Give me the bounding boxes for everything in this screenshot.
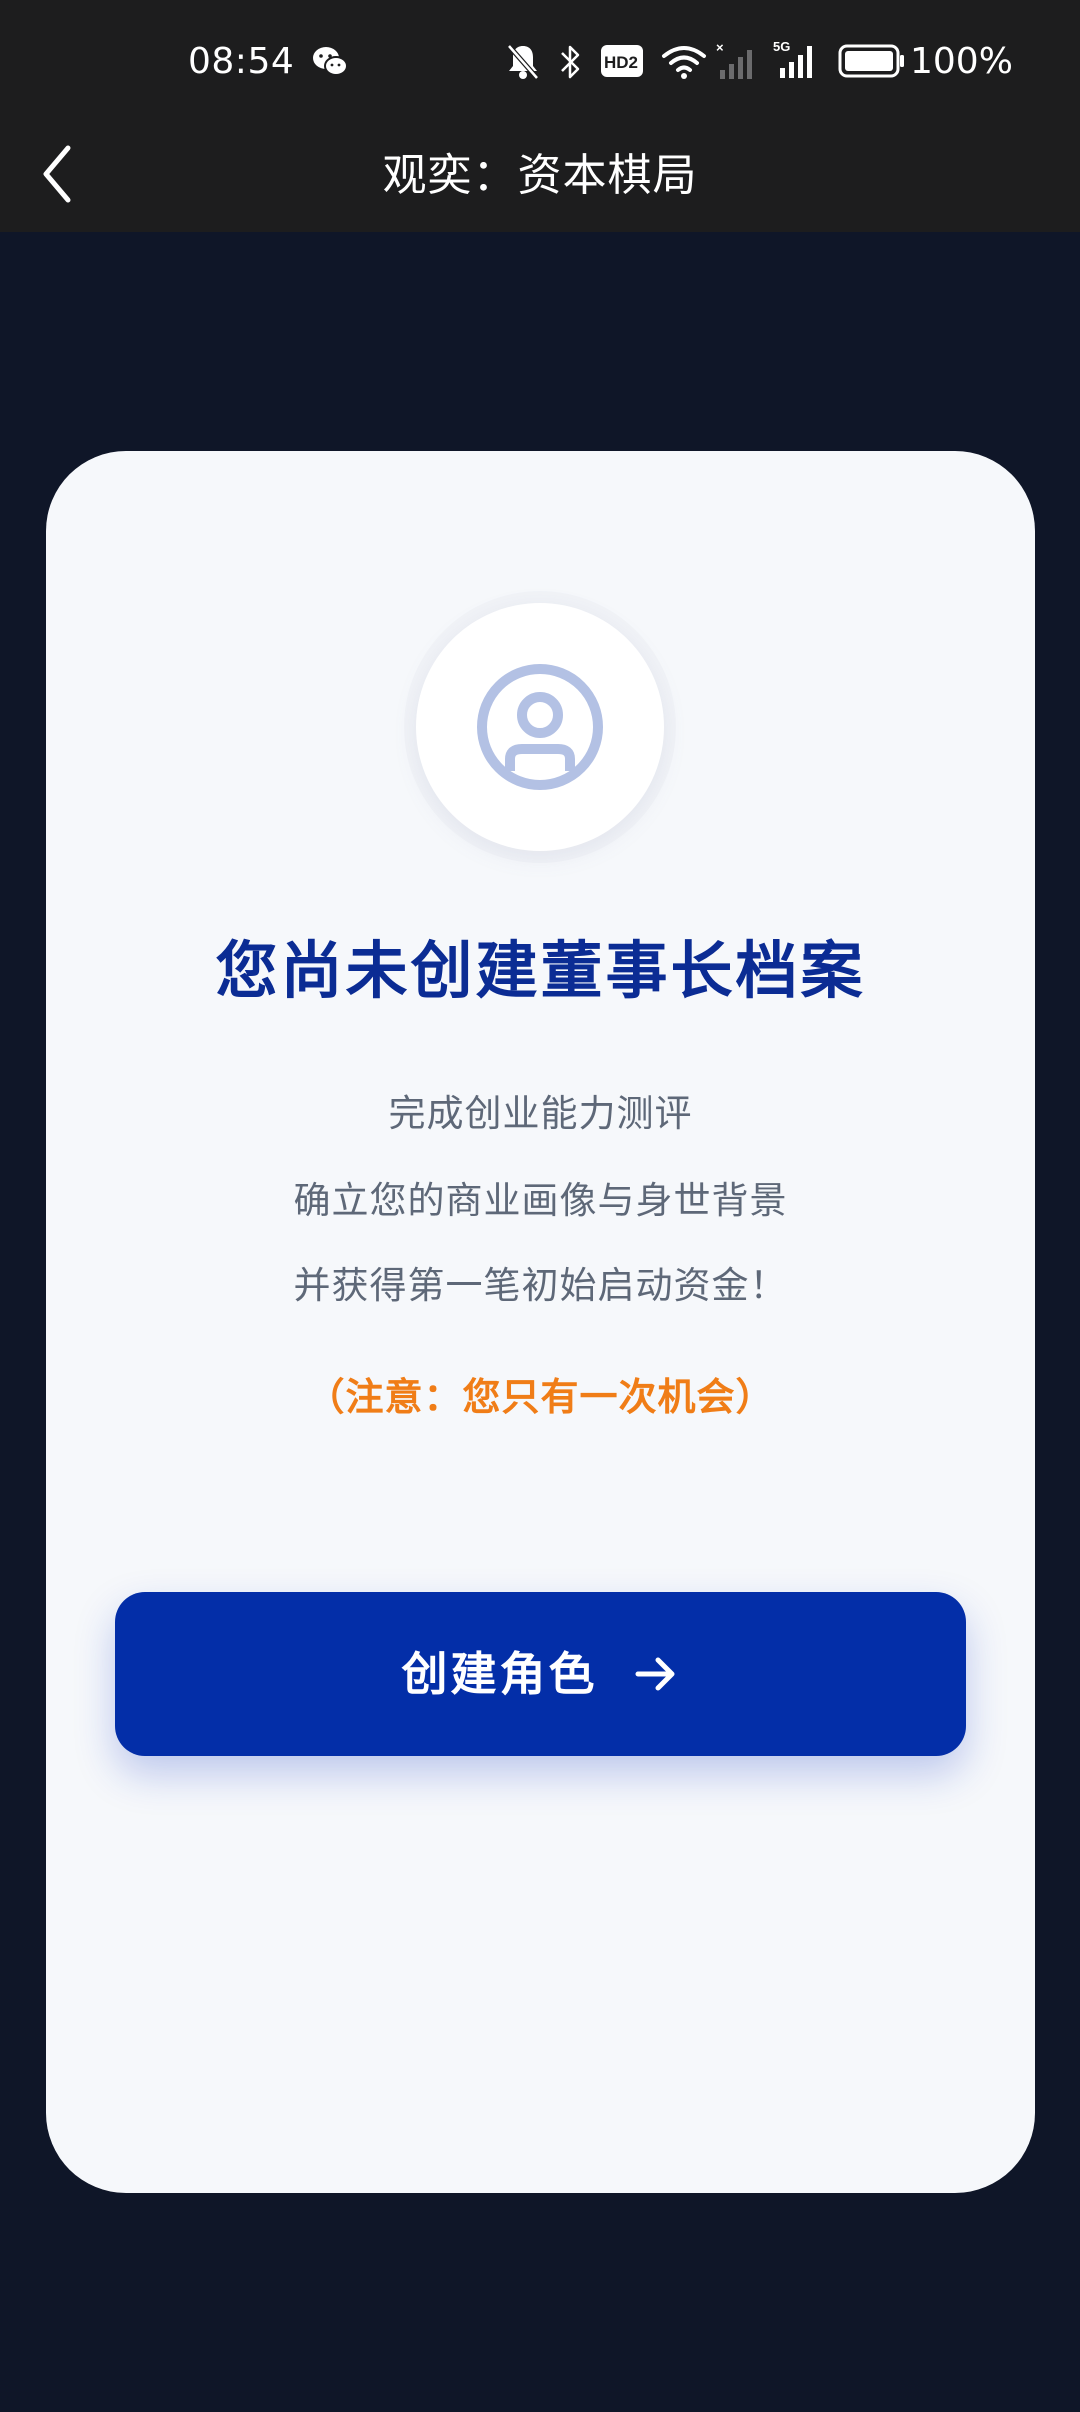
create-profile-card: 您尚未创建董事长档案 完成创业能力测评 确立您的商业画像与身世背景 并获得第一笔…	[46, 451, 1035, 2193]
status-time: 08:54	[188, 41, 295, 82]
description-line: 完成创业能力测评	[388, 1092, 693, 1135]
svg-text:5G: 5G	[773, 39, 790, 54]
page-title: 观奕：资本棋局	[382, 150, 698, 201]
headline: 您尚未创建董事长档案	[215, 934, 866, 1007]
avatar	[404, 591, 676, 863]
nav-bar: 观奕：资本棋局	[0, 120, 1080, 232]
5g-signal-icon: 5G	[773, 39, 812, 78]
status-icons: HD2 × 5G 100%	[500, 38, 1020, 84]
hd-icon: HD2	[601, 45, 643, 77]
user-profile-icon	[477, 664, 603, 790]
battery-percent: 100%	[910, 41, 1013, 82]
svg-text:HD2: HD2	[604, 53, 638, 72]
avatar-circle	[416, 603, 664, 851]
warning-note: （注意：您只有一次机会）	[306, 1375, 775, 1419]
bluetooth-icon	[561, 45, 580, 79]
arrow-right-icon	[635, 1657, 674, 1691]
wifi-icon	[662, 46, 706, 79]
description-line: 并获得第一笔初始启动资金！	[293, 1264, 788, 1307]
battery-icon	[838, 44, 904, 78]
sim-signal-icon: ×	[716, 40, 752, 79]
svg-text:×: ×	[716, 40, 724, 55]
mute-icon	[507, 44, 539, 80]
status-bar: 08:54 HD2 × 5G 100%	[0, 0, 1080, 120]
create-character-button[interactable]: 创建角色	[115, 1592, 966, 1756]
description-line: 确立您的商业画像与身世背景	[293, 1179, 788, 1222]
create-character-label: 创建角色	[401, 1647, 598, 1701]
wechat-icon	[313, 47, 348, 76]
